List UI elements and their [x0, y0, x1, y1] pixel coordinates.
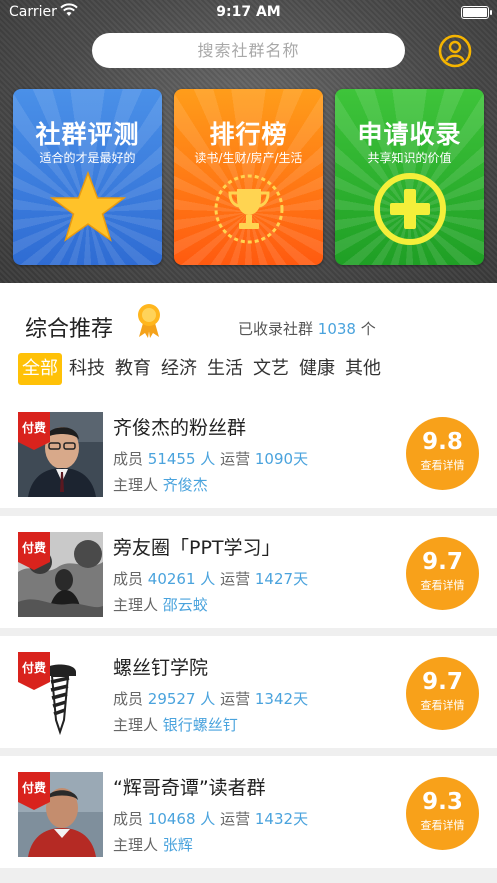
star-icon	[13, 169, 162, 249]
paid-label: 付费	[22, 660, 46, 675]
count-suffix: 个	[360, 320, 376, 338]
members-value: 29527 人	[147, 690, 216, 708]
operating-label: 运营	[220, 450, 251, 468]
tab-life[interactable]: 生活	[204, 353, 246, 385]
group-host: 主理人 齐俊杰	[113, 474, 208, 495]
status-bar: Carrier 9:17 AM	[0, 0, 497, 26]
host-label: 主理人	[113, 836, 159, 854]
tile-title: 申请收录	[357, 120, 462, 149]
group-host: 主理人 银行螺丝钉	[113, 714, 238, 735]
tab-arts[interactable]: 文艺	[250, 353, 292, 385]
recommend-section: 综合推荐 已收录社群 1038 个 全部 科技 教育 经济 生活 文艺 健康 其…	[0, 283, 497, 396]
group-name: “辉哥奇谭”读者群	[113, 777, 266, 799]
tile-title: 社群评测	[35, 120, 140, 149]
tab-all[interactable]: 全部	[18, 353, 62, 385]
plus-circle-icon	[335, 169, 484, 253]
members-label: 成员	[113, 450, 144, 468]
group-name: 螺丝钉学院	[113, 657, 209, 679]
group-stats: 成员 29527 人 运营 1342天	[113, 688, 308, 709]
medal-icon	[136, 303, 162, 343]
host-value[interactable]: 齐俊杰	[163, 476, 208, 494]
host-value[interactable]: 张辉	[163, 836, 193, 854]
host-value[interactable]: 邵云蛟	[163, 596, 208, 614]
group-stats: 成员 51455 人 运营 1090天	[113, 448, 308, 469]
score-detail-button[interactable]: 9.8 查看详情	[406, 417, 479, 490]
score-detail-button[interactable]: 9.7 查看详情	[406, 657, 479, 730]
tab-tech[interactable]: 科技	[66, 353, 108, 385]
members-value: 51455 人	[147, 450, 216, 468]
days-value: 1432天	[254, 810, 309, 828]
score-detail-button[interactable]: 9.7 查看详情	[406, 537, 479, 610]
group-host: 主理人 邵云蛟	[113, 594, 208, 615]
score-detail-button[interactable]: 9.3 查看详情	[406, 777, 479, 850]
host-label: 主理人	[113, 596, 159, 614]
detail-label: 查看详情	[420, 819, 465, 832]
host-value[interactable]: 银行螺丝钉	[163, 716, 238, 734]
operating-label: 运营	[220, 810, 251, 828]
score-value: 9.3	[422, 789, 463, 815]
members-label: 成员	[113, 690, 144, 708]
paid-label: 付费	[22, 420, 46, 435]
trophy-icon	[174, 169, 323, 253]
header-banner: Carrier 9:17 AM 搜索社群名称 社群评测 适合的才是最好的 排行榜…	[0, 0, 497, 283]
user-profile-icon[interactable]	[438, 34, 472, 68]
group-name: 旁友圈「PPT学习」	[113, 537, 281, 559]
tile-subtitle: 共享知识的价值	[367, 151, 452, 165]
tile-community-review[interactable]: 社群评测 适合的才是最好的	[13, 89, 162, 265]
host-label: 主理人	[113, 716, 159, 734]
score-value: 9.8	[422, 429, 463, 455]
group-host: 主理人 张辉	[113, 834, 193, 855]
battery-icon	[461, 6, 492, 19]
score-value: 9.7	[422, 669, 463, 695]
days-value: 1342天	[254, 690, 309, 708]
list-item[interactable]: 付费 齐俊杰的粉丝群 成员 51455 人 运营 1090天 主理人 齐俊杰 9…	[0, 396, 497, 508]
detail-label: 查看详情	[420, 699, 465, 712]
tile-ranking[interactable]: 排行榜 读书/生财/房产/生活	[174, 89, 323, 265]
operating-label: 运营	[220, 570, 251, 588]
tab-other[interactable]: 其他	[342, 353, 384, 385]
operating-label: 运营	[220, 690, 251, 708]
days-value: 1427天	[254, 570, 309, 588]
detail-label: 查看详情	[420, 579, 465, 592]
list-item[interactable]: 付费 “辉哥奇谭”读者群 成员 10468 人 运营 1432天 主理人 张辉 …	[0, 756, 497, 868]
tab-education[interactable]: 教育	[112, 353, 154, 385]
paid-badge: 付费	[18, 412, 50, 454]
host-label: 主理人	[113, 476, 159, 494]
group-name: 齐俊杰的粉丝群	[113, 417, 247, 439]
members-value: 40261 人	[147, 570, 216, 588]
paid-badge: 付费	[18, 652, 50, 694]
tile-subtitle: 适合的才是最好的	[39, 151, 136, 165]
tab-economy[interactable]: 经济	[158, 353, 200, 385]
tile-subtitle: 读书/生财/房产/生活	[194, 151, 303, 165]
paid-label: 付费	[22, 540, 46, 555]
clock: 9:17 AM	[216, 4, 281, 20]
days-value: 1090天	[254, 450, 309, 468]
members-label: 成员	[113, 570, 144, 588]
count-prefix: 已收录社群	[238, 320, 314, 338]
category-tabs: 全部 科技 教育 经济 生活 文艺 健康 其他	[18, 353, 388, 385]
members-value: 10468 人	[147, 810, 216, 828]
tile-apply-listing[interactable]: 申请收录 共享知识的价值	[335, 89, 484, 265]
group-stats: 成员 40261 人 运营 1427天	[113, 568, 308, 589]
search-input[interactable]: 搜索社群名称	[92, 33, 405, 68]
paid-label: 付费	[22, 780, 46, 795]
detail-label: 查看详情	[420, 459, 465, 472]
group-stats: 成员 10468 人 运营 1432天	[113, 808, 308, 829]
score-value: 9.7	[422, 549, 463, 575]
paid-badge: 付费	[18, 532, 50, 574]
list-item[interactable]: 付费 旁友圈「PPT学习」 成员 40261 人 运营 1427天 主理人 邵云…	[0, 516, 497, 628]
tab-health[interactable]: 健康	[296, 353, 338, 385]
list-item[interactable]: 付费 螺丝钉学院 成员 29527 人 运营 1342天 主理人 银行螺丝钉 9…	[0, 636, 497, 748]
collected-count: 已收录社群 1038 个	[238, 318, 376, 339]
count-value: 1038	[317, 320, 356, 338]
tile-title: 排行榜	[209, 120, 288, 149]
section-title: 综合推荐	[25, 317, 114, 342]
paid-badge: 付费	[18, 772, 50, 814]
members-label: 成员	[113, 810, 144, 828]
